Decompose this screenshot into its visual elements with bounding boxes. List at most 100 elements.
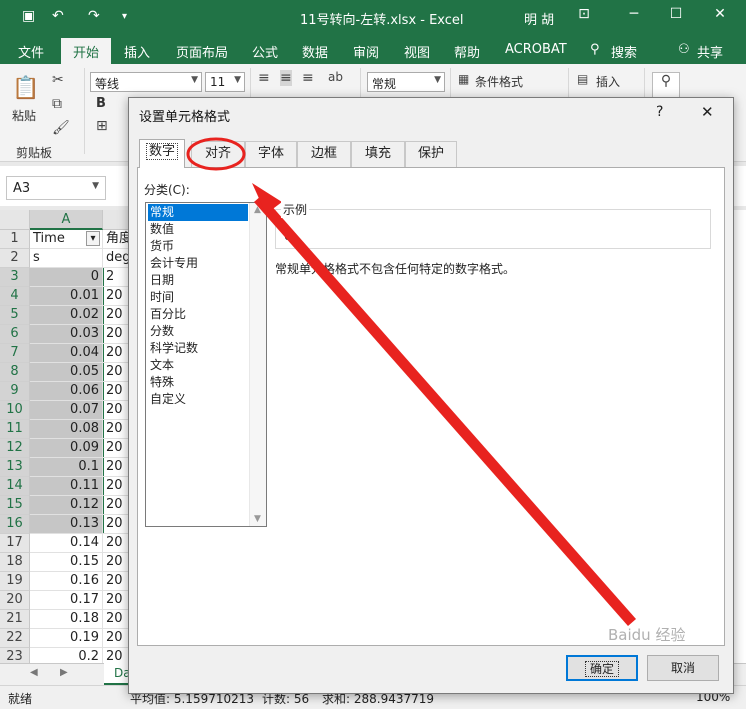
insert-cells-button[interactable]: 插入: [596, 73, 620, 90]
tab-review[interactable]: 审阅: [353, 42, 379, 61]
cell-a[interactable]: 0.03: [30, 325, 103, 344]
tab-alignment[interactable]: 对齐: [191, 141, 245, 167]
cancel-button[interactable]: 取消: [647, 655, 719, 681]
conditional-format-button[interactable]: 条件格式: [475, 73, 523, 90]
paste-icon[interactable]: 📋: [12, 76, 39, 101]
row-header[interactable]: 10: [0, 401, 30, 420]
tab-search[interactable]: 搜索: [611, 42, 637, 61]
tab-insert[interactable]: 插入: [124, 42, 150, 61]
cell-a[interactable]: 0.08: [30, 420, 103, 439]
filter-dropdown-icon[interactable]: ▾: [86, 231, 100, 246]
category-item[interactable]: 数值: [148, 221, 248, 238]
help-icon[interactable]: ?: [656, 104, 663, 120]
tab-formulas[interactable]: 公式: [252, 42, 278, 61]
tab-number[interactable]: 数字: [139, 139, 185, 168]
align-middle-icon[interactable]: ≡: [280, 70, 292, 86]
format-painter-icon[interactable]: 🖌: [52, 120, 70, 136]
row-header[interactable]: 8: [0, 363, 30, 382]
column-header-a[interactable]: A: [30, 210, 103, 230]
tab-page-layout[interactable]: 页面布局: [176, 42, 228, 61]
row-header[interactable]: 6: [0, 325, 30, 344]
cell-a[interactable]: 0.1: [30, 458, 103, 477]
row-header[interactable]: 11: [0, 420, 30, 439]
row-header[interactable]: 14: [0, 477, 30, 496]
tab-file[interactable]: 文件: [18, 42, 44, 61]
borders-icon[interactable]: ⊞: [96, 118, 108, 134]
tab-data[interactable]: 数据: [302, 42, 328, 61]
cell-a[interactable]: 0.04: [30, 344, 103, 363]
row-header[interactable]: 12: [0, 439, 30, 458]
category-item[interactable]: 会计专用: [148, 255, 248, 272]
cut-icon[interactable]: ✂: [52, 72, 64, 88]
tab-font[interactable]: 字体: [245, 141, 297, 167]
cell-a[interactable]: 0: [30, 268, 103, 287]
user-name[interactable]: 明 胡: [524, 9, 554, 28]
tab-acrobat[interactable]: ACROBAT: [505, 42, 567, 57]
row-header[interactable]: 13: [0, 458, 30, 477]
copy-icon[interactable]: ⧉: [52, 96, 62, 112]
category-item[interactable]: 时间: [148, 289, 248, 306]
cell-a[interactable]: 0.16: [30, 572, 103, 591]
row-header[interactable]: 22: [0, 629, 30, 648]
row-header[interactable]: 18: [0, 553, 30, 572]
scroll-left-icon[interactable]: ◀: [30, 667, 38, 678]
cell-a[interactable]: 0.14: [30, 534, 103, 553]
tab-border[interactable]: 边框: [297, 141, 351, 167]
conditional-format-icon[interactable]: ▦: [458, 72, 469, 86]
quick-access-dropdown-icon[interactable]: ▾: [122, 11, 127, 22]
font-size-select[interactable]: 11 ▼: [205, 72, 245, 92]
cell-a[interactable]: s: [30, 249, 103, 268]
search-icon[interactable]: ⚲: [590, 42, 600, 57]
row-header[interactable]: 20: [0, 591, 30, 610]
scroll-down-icon[interactable]: ▼: [254, 514, 261, 524]
tab-protection[interactable]: 保护: [405, 141, 457, 167]
align-top-icon[interactable]: ≡: [258, 70, 270, 86]
align-bottom-icon[interactable]: ≡: [302, 70, 314, 86]
cell-a[interactable]: 0.06: [30, 382, 103, 401]
find-icon[interactable]: ⚲: [652, 72, 680, 98]
insert-cells-icon[interactable]: ▤: [577, 72, 588, 86]
name-box[interactable]: A3 ▼: [6, 176, 106, 200]
cell-a[interactable]: 0.07: [30, 401, 103, 420]
cell-a[interactable]: 0.13: [30, 515, 103, 534]
close-window-icon[interactable]: ✕: [708, 6, 732, 22]
category-item[interactable]: 特殊: [148, 374, 248, 391]
cell-a[interactable]: 0.15: [30, 553, 103, 572]
row-header[interactable]: 16: [0, 515, 30, 534]
tab-share[interactable]: 共享: [697, 42, 723, 61]
undo-icon[interactable]: ↶: [52, 8, 64, 24]
category-item[interactable]: 百分比: [148, 306, 248, 323]
minimize-icon[interactable]: ─: [622, 6, 646, 22]
cell-a[interactable]: 0.19: [30, 629, 103, 648]
row-header[interactable]: 21: [0, 610, 30, 629]
scroll-up-icon[interactable]: ▲: [254, 205, 261, 215]
row-header[interactable]: 5: [0, 306, 30, 325]
row-header[interactable]: 7: [0, 344, 30, 363]
save-icon[interactable]: ▣: [22, 8, 35, 24]
category-item[interactable]: 日期: [148, 272, 248, 289]
maximize-icon[interactable]: ☐: [664, 6, 688, 22]
row-header[interactable]: 15: [0, 496, 30, 515]
row-header[interactable]: 17: [0, 534, 30, 553]
cell-a[interactable]: 0.11: [30, 477, 103, 496]
bold-button[interactable]: B: [96, 96, 106, 111]
cell-a[interactable]: 0.02: [30, 306, 103, 325]
cell-a[interactable]: 0.18: [30, 610, 103, 629]
share-icon[interactable]: ⚇: [678, 42, 690, 57]
scroll-right-icon[interactable]: ▶: [60, 667, 68, 678]
cell-a[interactable]: 0.05: [30, 363, 103, 382]
tab-home[interactable]: 开始: [61, 38, 112, 64]
select-all-corner[interactable]: [0, 210, 30, 230]
close-icon[interactable]: ✕: [701, 103, 714, 121]
category-item[interactable]: 分数: [148, 323, 248, 340]
cell-a[interactable]: 0.09: [30, 439, 103, 458]
row-header[interactable]: 4: [0, 287, 30, 306]
redo-icon[interactable]: ↷: [88, 8, 100, 24]
cell-a[interactable]: 0.12: [30, 496, 103, 515]
cell-a[interactable]: 0.01: [30, 287, 103, 306]
ok-button[interactable]: 确定: [566, 655, 638, 681]
row-header[interactable]: 2: [0, 249, 30, 268]
tab-view[interactable]: 视图: [404, 42, 430, 61]
font-name-select[interactable]: 等线 ▼: [90, 72, 202, 92]
paste-label[interactable]: 粘贴: [12, 107, 36, 124]
